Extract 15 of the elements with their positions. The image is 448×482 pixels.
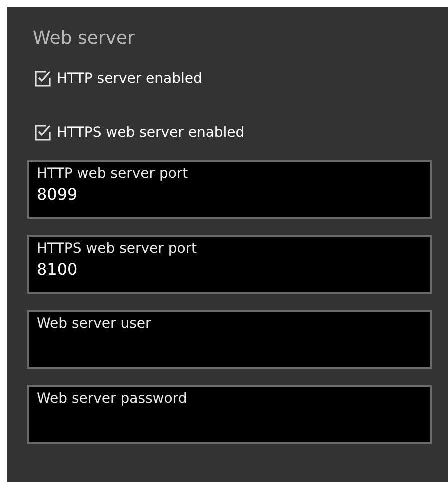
field-label: Web server user xyxy=(37,315,152,334)
input-field[interactable]: Web server password xyxy=(27,385,432,444)
input-field[interactable]: HTTPS web server port 8100 xyxy=(27,235,432,294)
field-label: HTTPS web server port xyxy=(37,240,198,259)
checkbox-row[interactable]: HTTP server enabled xyxy=(34,67,432,91)
checkbox[interactable] xyxy=(34,124,52,142)
field-label: Web server password xyxy=(37,390,188,409)
field-value: 8099 xyxy=(37,184,79,206)
checkbox-row[interactable]: HTTPS web server enabled xyxy=(34,121,432,145)
input-field[interactable]: HTTP web server port 8099 xyxy=(27,160,432,219)
section-title: Web server xyxy=(33,27,136,51)
field-label: HTTP web server port xyxy=(37,165,190,184)
field-value: 8100 xyxy=(37,259,79,281)
input-field[interactable]: Web server user xyxy=(27,310,432,369)
checkbox[interactable] xyxy=(34,70,52,88)
